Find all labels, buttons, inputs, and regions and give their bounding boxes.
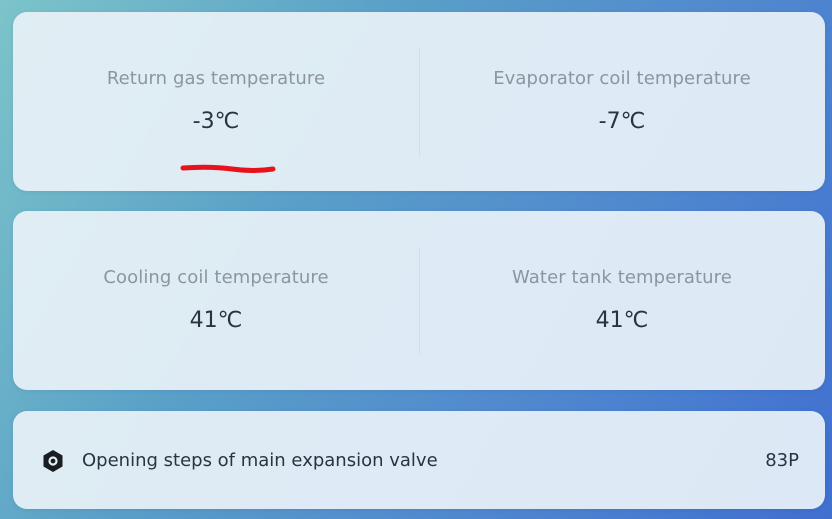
hex-nut-icon: [43, 450, 63, 472]
return-gas-temperature-value: -3℃: [192, 109, 240, 134]
expansion-valve-value: 83P: [765, 450, 799, 471]
return-gas-temperature-label: Return gas temperature: [106, 68, 326, 89]
evaporator-coil-temperature-cell[interactable]: Evaporator coil temperature -7℃: [419, 12, 825, 191]
expansion-valve-label: Opening steps of main expansion valve: [82, 450, 438, 471]
water-tank-temperature-value: 41℃: [595, 308, 649, 333]
expansion-valve-row[interactable]: Opening steps of main expansion valve 83…: [13, 411, 825, 509]
temperature-card-top: Return gas temperature -3℃ Evaporator co…: [13, 12, 825, 191]
cooling-coil-temperature-cell[interactable]: Cooling coil temperature 41℃: [13, 211, 419, 390]
water-tank-temperature-cell[interactable]: Water tank temperature 41℃: [419, 211, 825, 390]
cooling-coil-temperature-value: 41℃: [189, 308, 243, 333]
temperature-card-bottom: Cooling coil temperature 41℃ Water tank …: [13, 211, 825, 390]
evaporator-coil-temperature-label: Evaporator coil temperature: [493, 68, 751, 89]
water-tank-temperature-label: Water tank temperature: [512, 267, 732, 288]
cooling-coil-temperature-label: Cooling coil temperature: [103, 267, 329, 288]
evaporator-coil-temperature-value: -7℃: [598, 109, 646, 134]
red-underline-annotation: [180, 164, 276, 173]
